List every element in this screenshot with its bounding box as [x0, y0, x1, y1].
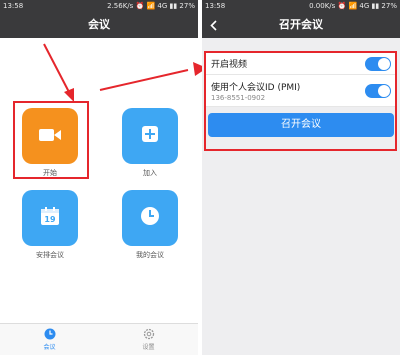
- tab-bar: 会议 设置: [0, 323, 198, 355]
- page-title: 会议: [88, 18, 110, 31]
- status-bar: 13:58 2.56K/s ⏰ 📶 4G ▮▮ 27%: [0, 0, 198, 12]
- pointer-arrow-icon: [43, 43, 74, 102]
- tab-meetings-label: 会议: [43, 344, 56, 351]
- tab-meetings[interactable]: 会议: [0, 324, 99, 355]
- highlight-box: [13, 101, 89, 179]
- plus-icon: [141, 125, 159, 147]
- schedule-meeting-label: 安排会议: [36, 251, 64, 259]
- my-meetings-label: 我的会议: [136, 251, 164, 259]
- meetings-screen: 13:58 2.56K/s ⏰ 📶 4G ▮▮ 27% 会议 开始 加入 19: [0, 0, 198, 355]
- status-info: 2.56K/s ⏰ 📶 4G ▮▮ 27%: [107, 2, 195, 10]
- schedule-meeting-button[interactable]: 19: [22, 190, 78, 246]
- clock-icon: [44, 328, 56, 342]
- my-meetings-button[interactable]: [122, 190, 178, 246]
- clock-icon: [140, 206, 160, 230]
- calendar-icon: 19: [40, 206, 60, 230]
- status-time: 13:58: [205, 2, 226, 10]
- tab-settings-label: 设置: [142, 344, 155, 351]
- nav-bar: 召开会议: [202, 12, 400, 38]
- tab-settings[interactable]: 设置: [99, 324, 198, 355]
- highlight-box: [204, 51, 397, 151]
- pointer-arrow-right-icon: [99, 69, 189, 91]
- join-meeting-label: 加入: [143, 169, 157, 177]
- page-title: 召开会议: [279, 18, 323, 31]
- status-bar: 13:58 0.00K/s ⏰ 📶 4G ▮▮ 27%: [202, 0, 400, 12]
- screenshot-pair: 13:58 2.56K/s ⏰ 📶 4G ▮▮ 27% 会议 开始 加入 19: [0, 0, 400, 355]
- status-time: 13:58: [3, 2, 24, 10]
- gear-icon: [143, 328, 155, 342]
- back-icon[interactable]: [206, 12, 220, 38]
- status-info: 0.00K/s ⏰ 📶 4G ▮▮ 27%: [309, 2, 397, 10]
- join-meeting-button[interactable]: [122, 108, 178, 164]
- svg-text:19: 19: [44, 215, 56, 224]
- nav-bar: 会议: [0, 12, 198, 38]
